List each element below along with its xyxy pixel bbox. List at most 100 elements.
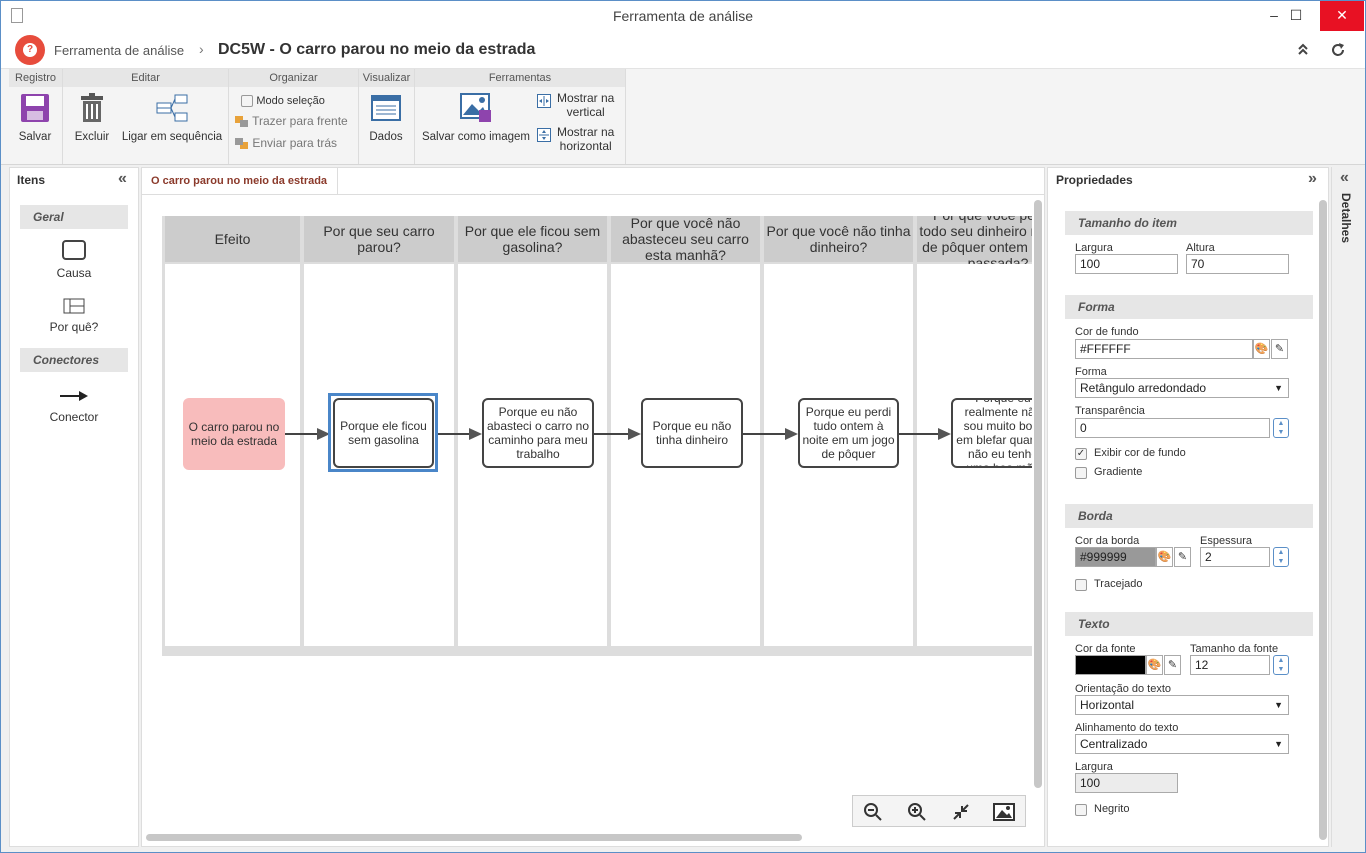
close-button[interactable]: ✕ — [1320, 1, 1364, 31]
collapse-header-icon[interactable] — [1296, 41, 1310, 57]
border-color-input[interactable]: #999999 — [1075, 547, 1156, 567]
details-sidebar[interactable]: « Detalhes — [1331, 167, 1361, 847]
tab-diagram[interactable]: O carro parou no meio da estrada — [142, 168, 338, 195]
refresh-icon[interactable] — [1329, 41, 1347, 59]
items-panel-title: Itens — [17, 173, 46, 187]
dashed-label: Tracejado — [1094, 578, 1143, 590]
ribbon-group-title: Ferramentas — [415, 69, 625, 87]
palette-icon[interactable]: 🎨 — [1146, 655, 1163, 675]
send-back-icon — [235, 137, 249, 150]
cause-node[interactable]: Porque eu não tinha dinheiro — [641, 398, 743, 468]
section-text: Texto — [1065, 612, 1313, 636]
connectors-layer — [285, 428, 951, 440]
font-size-stepper[interactable]: ▲ ▼ — [1273, 655, 1289, 675]
cause-node[interactable]: Porque eu não abasteci o carro no caminh… — [482, 398, 594, 468]
ribbon-group-title: Registro — [9, 69, 62, 87]
image-icon — [460, 93, 492, 123]
bring-front-button[interactable]: Trazer para frente — [235, 114, 348, 128]
breadcrumb-root[interactable]: Ferramenta de análise — [54, 43, 184, 58]
palette-icon[interactable]: 🎨 — [1156, 547, 1173, 567]
ribbon-toolbar: Registro Salvar Editar Excluir Ligar em … — [1, 69, 1365, 165]
dashed-checkbox[interactable] — [1075, 579, 1087, 591]
details-collapse-button[interactable]: « — [1340, 169, 1349, 187]
font-color-label: Cor da fonte — [1075, 643, 1136, 655]
page-title: DC5W - O carro parou no meio da estrada — [218, 41, 536, 58]
why-item[interactable]: Por quê? — [20, 298, 128, 334]
border-width-label: Espessura — [1200, 535, 1252, 547]
eyedropper-icon[interactable]: ✎ — [1164, 655, 1181, 675]
diagram-area: Efeito Por que seu carro parou? Por que … — [162, 216, 1032, 656]
section-shape: Forma — [1065, 295, 1313, 319]
vertical-scrollbar[interactable] — [1034, 200, 1042, 788]
export-image-icon[interactable] — [993, 802, 1015, 822]
zoom-in-icon[interactable] — [907, 802, 927, 822]
app-window: Ferramenta de análise – ☐ ✕ ? Ferramenta… — [0, 0, 1366, 853]
properties-collapse-button[interactable]: » — [1308, 170, 1317, 188]
bring-front-icon — [235, 115, 249, 128]
selection-mode-checkbox[interactable] — [241, 94, 253, 107]
connector-arrow — [742, 428, 798, 440]
ribbon-group-editar: Editar Excluir Ligar em sequência — [63, 69, 229, 164]
bold-checkbox[interactable] — [1075, 804, 1087, 816]
background-color-input[interactable]: #FFFFFF — [1075, 339, 1253, 359]
height-label: Altura — [1186, 242, 1215, 254]
data-button[interactable]: Dados — [359, 91, 413, 143]
ribbon-group-title: Organizar — [229, 69, 358, 87]
text-orientation-label: Orientação do texto — [1075, 683, 1172, 695]
ribbon-group-ferramentas: Ferramentas Salvar como imagem Mostrar n… — [415, 69, 626, 164]
text-orientation-select[interactable]: Horizontal ▼ — [1075, 695, 1289, 715]
sequence-icon — [155, 93, 189, 123]
show-background-checkbox[interactable]: ✓ — [1075, 448, 1087, 460]
connector-arrow — [594, 428, 641, 440]
ribbon-group-title: Editar — [63, 69, 228, 87]
app-logo-icon: ? — [15, 35, 45, 65]
transparency-input[interactable]: 0 — [1075, 418, 1270, 438]
cause-item[interactable]: Causa — [20, 240, 128, 280]
cause-node[interactable]: Porque eu perdi tudo ontem à noite em um… — [798, 398, 899, 468]
save-as-image-button[interactable]: Salvar como imagem — [419, 91, 533, 143]
zoom-out-icon[interactable] — [863, 802, 883, 822]
connector-arrow — [285, 428, 330, 440]
breadcrumb-separator: › — [199, 41, 204, 57]
cause-shape-icon — [62, 240, 86, 260]
shape-select[interactable]: Retângulo arredondado ▼ — [1075, 378, 1289, 398]
text-width-input[interactable]: 100 — [1075, 773, 1178, 793]
text-alignment-select[interactable]: Centralizado ▼ — [1075, 734, 1289, 754]
selection-mode-toggle[interactable]: Modo seleção — [241, 93, 325, 107]
app-header: ? Ferramenta de análise › DC5W - O carro… — [1, 32, 1365, 69]
trash-icon — [78, 93, 106, 123]
maximize-button[interactable]: ☐ — [1273, 1, 1319, 31]
link-sequence-button[interactable]: Ligar em sequência — [117, 91, 227, 143]
effect-node[interactable]: O carro parou no meio da estrada — [183, 398, 285, 470]
section-border: Borda — [1065, 504, 1313, 528]
properties-panel-title: Propriedades — [1056, 173, 1133, 187]
cause-node[interactable]: Porque ele ficou sem gasolina — [333, 398, 434, 468]
width-input[interactable]: 100 — [1075, 254, 1178, 274]
width-label: Largura — [1075, 242, 1113, 254]
eyedropper-icon[interactable]: ✎ — [1174, 547, 1191, 567]
send-back-button[interactable]: Enviar para trás — [235, 136, 337, 150]
border-width-input[interactable]: 2 — [1200, 547, 1270, 567]
fit-screen-icon[interactable] — [951, 802, 971, 822]
text-alignment-label: Alinhamento do texto — [1075, 722, 1179, 734]
save-button[interactable]: Salvar — [9, 91, 61, 143]
font-color-input[interactable] — [1075, 655, 1146, 675]
palette-icon[interactable]: 🎨 — [1253, 339, 1270, 359]
ribbon-group-title: Visualizar — [359, 69, 414, 87]
delete-button[interactable]: Excluir — [67, 91, 117, 143]
cause-node[interactable]: Porque eu realmente não sou muito bom em… — [951, 398, 1032, 468]
connector-item[interactable]: Conector — [20, 390, 128, 424]
shape-label: Forma — [1075, 366, 1107, 378]
eyedropper-icon[interactable]: ✎ — [1271, 339, 1288, 359]
show-background-label: Exibir cor de fundo — [1094, 447, 1186, 459]
font-size-input[interactable]: 12 — [1190, 655, 1270, 675]
dropdown-arrow-icon: ▼ — [1274, 700, 1283, 710]
items-collapse-button[interactable]: « — [118, 170, 127, 188]
horizontal-scrollbar[interactable] — [146, 834, 802, 841]
border-width-stepper[interactable]: ▲ ▼ — [1273, 547, 1289, 567]
gradient-checkbox[interactable] — [1075, 467, 1087, 479]
properties-scrollbar[interactable] — [1319, 200, 1327, 840]
dropdown-arrow-icon: ▼ — [1274, 739, 1283, 749]
height-input[interactable]: 70 — [1186, 254, 1289, 274]
transparency-stepper[interactable]: ▲ ▼ — [1273, 418, 1289, 438]
